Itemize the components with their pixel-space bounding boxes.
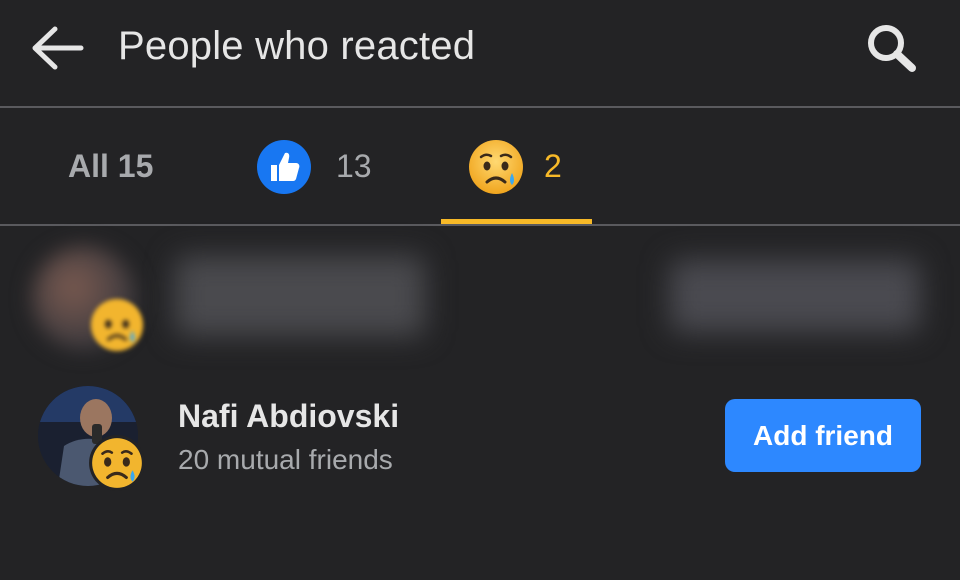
list-item[interactable] [0, 228, 960, 358]
blurred-button [670, 260, 920, 332]
sad-reaction-badge [88, 434, 146, 497]
add-friend-button[interactable]: Add friend [725, 399, 921, 472]
top-bar: People who reacted [0, 0, 960, 106]
tab-all-label: All 15 [68, 148, 154, 184]
sad-reaction-icon [469, 139, 523, 194]
search-button[interactable] [862, 20, 922, 76]
tabs-divider [0, 224, 960, 226]
mutual-friends: 20 mutual friends [178, 444, 393, 475]
search-icon [868, 25, 916, 72]
tab-like-count: 13 [336, 148, 372, 184]
blurred-name [175, 256, 425, 336]
tab-like[interactable]: 13 [256, 108, 372, 225]
sad-reaction-icon [90, 298, 144, 352]
like-reaction-icon [257, 139, 311, 194]
tab-all[interactable]: All 15 [68, 108, 153, 225]
sad-reaction-badge [90, 298, 144, 357]
tab-sad[interactable]: 2 [468, 108, 562, 225]
list-item[interactable]: Nafi Abdiovski 20 mutual friends Add fri… [0, 380, 960, 500]
sad-reaction-icon [89, 435, 145, 491]
person-name[interactable]: Nafi Abdiovski [178, 398, 399, 435]
tab-sad-count: 2 [544, 148, 562, 184]
reaction-tabs: All 15 13 2 [0, 108, 960, 225]
back-button[interactable] [30, 22, 86, 74]
page-title: People who reacted [118, 24, 476, 68]
arrow-left-icon [32, 26, 84, 70]
